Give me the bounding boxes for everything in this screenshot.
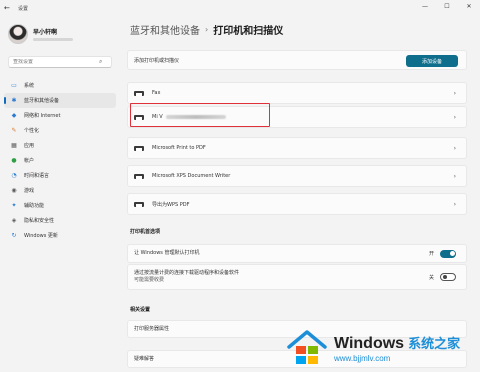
sidebar-item-label: 辅助功能 <box>24 203 45 209</box>
sidebar-item-0[interactable]: ▭ 系统 <box>4 78 116 93</box>
default-printer-setting: 让 Windows 管理默认打印机 开 <box>127 244 467 263</box>
sidebar-item-6[interactable]: ◔ 时间和语言 <box>4 168 116 183</box>
troubleshoot-label: 疑难解答 <box>134 355 155 362</box>
metered-download-setting: 通过按流量计费的连接下载驱动程序和设备软件 可能需要收费 关 <box>127 264 467 290</box>
printer-name: Fax <box>152 90 161 96</box>
default-printer-state: 开 <box>428 251 434 257</box>
sidebar-item-label: 帐户 <box>24 158 35 164</box>
sidebar-item-label: 时间和语言 <box>24 173 50 179</box>
watermark-brand-cn: 系统之家 <box>408 336 461 351</box>
breadcrumb-parent[interactable]: 蓝牙和其他设备 <box>130 22 200 37</box>
printer-highlight-box <box>130 103 270 127</box>
printer-icon <box>134 90 144 97</box>
metered-download-label: 通过按流量计费的连接下载驱动程序和设备软件 <box>134 270 240 276</box>
maximize-button[interactable]: ☐ <box>436 0 458 16</box>
metered-download-state: 关 <box>428 274 434 281</box>
chevron-right-icon: › <box>453 172 456 180</box>
profile-name: 早小轩啊 <box>33 29 58 36</box>
printer-row[interactable]: 导出为WPS PDF › <box>127 193 467 215</box>
sidebar-item-7[interactable]: ◉ 游戏 <box>4 183 116 198</box>
printer-row[interactable]: Microsoft Print to PDF › <box>127 137 467 159</box>
printer-row[interactable]: Microsoft XPS Document Writer › <box>127 165 467 187</box>
window-title: 设置 <box>18 5 29 12</box>
network-icon: ◆ <box>11 112 17 119</box>
minimize-button[interactable]: — <box>414 0 436 16</box>
default-printer-toggle[interactable] <box>440 249 456 258</box>
printer-icon <box>134 201 144 208</box>
printer-name: Microsoft XPS Document Writer <box>152 173 231 179</box>
sidebar-item-label: 应用 <box>24 143 35 149</box>
printer-row[interactable]: Fax › <box>127 82 467 104</box>
shield-icon: ◈ <box>11 217 17 224</box>
default-printer-label: 让 Windows 管理默认打印机 <box>134 250 200 256</box>
add-device-button[interactable]: 添加设备 <box>406 55 458 67</box>
printer-icon <box>134 145 144 152</box>
sidebar-item-label: 网络和 Internet <box>24 113 61 119</box>
sidebar-item-2[interactable]: ◆ 网络和 Internet <box>4 108 116 123</box>
close-button[interactable]: ✕ <box>458 0 480 16</box>
metered-download-sublabel: 可能需要收费 <box>134 277 165 283</box>
title-bar: ← 设置 — ☐ ✕ <box>0 0 480 16</box>
apps-icon: ▦ <box>11 142 17 149</box>
window-controls: — ☐ ✕ <box>414 0 480 16</box>
sidebar-nav: ▭ 系统 ✱ 蓝牙和其他设备 ◆ 网络和 Internet ✎ 个性化 ▦ 应用 ● 帐户 ◔ 时间和语言… <box>4 78 116 243</box>
breadcrumb-separator: › <box>205 25 209 34</box>
accessibility-icon: ✦ <box>11 202 17 209</box>
user-profile[interactable]: 早小轩啊 <box>8 24 73 44</box>
printer-name: 导出为WPS PDF <box>152 201 190 208</box>
printer-preferences-heading: 打印机首选项 <box>130 229 161 235</box>
sidebar-item-label: 蓝牙和其他设备 <box>24 98 60 104</box>
sidebar-item-1[interactable]: ✱ 蓝牙和其他设备 <box>4 93 116 108</box>
add-printer-row: 添加打印机或扫描仪 添加设备 <box>127 50 467 70</box>
chevron-right-icon: › <box>453 200 456 208</box>
sidebar: 早小轩啊 ⌕ ▭ 系统 ✱ 蓝牙和其他设备 ◆ 网络和 Internet ✎ 个性化 ▦ 应用 ● 帐… <box>0 16 120 372</box>
update-icon: ↻ <box>11 232 17 239</box>
clock-globe-icon: ◔ <box>11 172 17 179</box>
gamepad-icon: ◉ <box>11 187 17 194</box>
profile-email-redacted <box>33 38 73 41</box>
watermark: Windows 系统之家 www.bjjmlv.com <box>286 324 480 372</box>
watermark-url: www.bjjmlv.com <box>334 354 391 363</box>
back-arrow-icon[interactable]: ← <box>4 4 12 12</box>
sidebar-item-4[interactable]: ▦ 应用 <box>4 138 116 153</box>
search-icon[interactable]: ⌕ <box>99 58 102 66</box>
main-content: 蓝牙和其他设备 › 打印机和扫描仪 添加打印机或扫描仪 添加设备 Fax › Mi … <box>120 16 480 372</box>
avatar <box>8 24 28 44</box>
breadcrumb: 蓝牙和其他设备 › 打印机和扫描仪 <box>130 22 283 37</box>
printer-name: Microsoft Print to PDF <box>152 145 206 151</box>
page-title: 打印机和扫描仪 <box>213 26 284 37</box>
chevron-right-icon: › <box>453 89 456 97</box>
sidebar-item-3[interactable]: ✎ 个性化 <box>4 123 116 138</box>
bluetooth-icon: ✱ <box>11 97 17 104</box>
sidebar-item-9[interactable]: ◈ 隐私和安全性 <box>4 213 116 228</box>
chevron-right-icon: › <box>453 113 456 121</box>
sidebar-item-label: 个性化 <box>24 128 40 134</box>
print-server-properties-label: 打印服务器属性 <box>134 325 170 332</box>
sidebar-item-label: Windows 更新 <box>24 233 58 239</box>
search-box[interactable]: ⌕ <box>8 56 112 68</box>
printer-icon <box>134 173 144 180</box>
brush-icon: ✎ <box>11 127 17 134</box>
watermark-brand: Windows <box>334 335 405 352</box>
system-icon: ▭ <box>11 82 17 89</box>
sidebar-item-10[interactable]: ↻ Windows 更新 <box>4 228 116 243</box>
account-icon: ● <box>11 157 17 164</box>
add-printer-label: 添加打印机或扫描仪 <box>134 57 180 64</box>
sidebar-item-8[interactable]: ✦ 辅助功能 <box>4 198 116 213</box>
house-logo-icon <box>286 327 328 369</box>
chevron-right-icon: › <box>453 144 456 152</box>
sidebar-item-5[interactable]: ● 帐户 <box>4 153 116 168</box>
related-settings-heading: 相关设置 <box>130 307 151 313</box>
metered-download-toggle[interactable] <box>440 273 456 281</box>
search-input[interactable] <box>13 59 99 65</box>
sidebar-item-label: 游戏 <box>24 188 35 194</box>
sidebar-item-label: 隐私和安全性 <box>24 218 55 224</box>
sidebar-item-label: 系统 <box>24 83 35 89</box>
